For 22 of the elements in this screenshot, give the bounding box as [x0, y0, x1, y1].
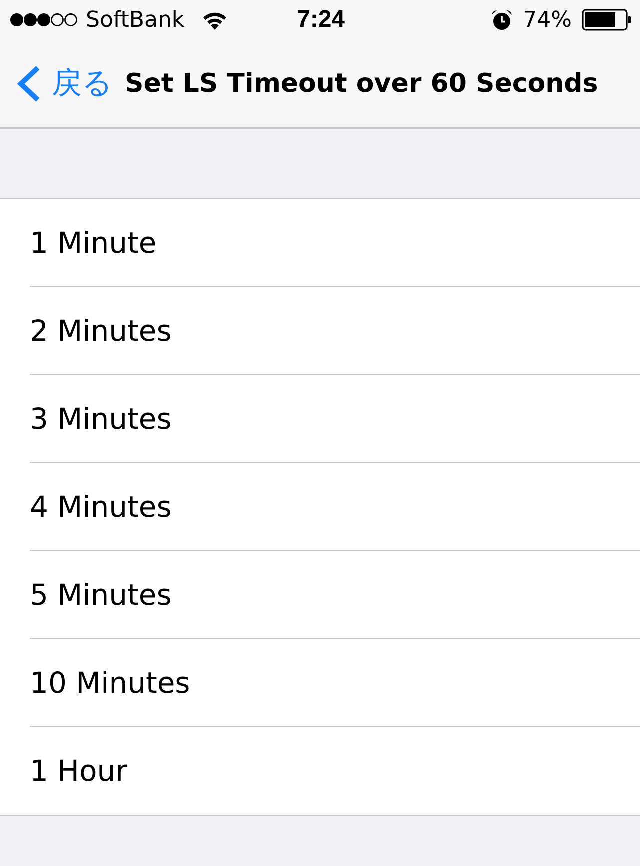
- option-row[interactable]: 4 Minutes: [0, 463, 640, 551]
- battery-percent: 74%: [523, 8, 572, 32]
- nav-title: Set LS Timeout over 60 Seconds: [125, 68, 598, 98]
- alarm-clock-icon: [491, 9, 514, 31]
- option-label: 4 Minutes: [30, 490, 172, 524]
- option-label: 1 Hour: [30, 754, 128, 788]
- option-label: 2 Minutes: [30, 314, 172, 348]
- option-label: 5 Minutes: [30, 578, 172, 612]
- option-row[interactable]: 5 Minutes: [0, 551, 640, 639]
- option-row[interactable]: 10 Minutes: [0, 639, 640, 727]
- option-row[interactable]: 1 Minute: [0, 199, 640, 287]
- option-label: 1 Minute: [30, 226, 157, 260]
- carrier-name: SoftBank: [86, 8, 185, 32]
- option-row[interactable]: 1 Hour: [0, 727, 640, 815]
- option-label: 3 Minutes: [30, 402, 172, 436]
- battery-icon: [582, 9, 632, 31]
- option-label: 10 Minutes: [30, 666, 190, 700]
- option-row[interactable]: 2 Minutes: [0, 287, 640, 375]
- signal-icon: [10, 12, 78, 28]
- status-time: 7:24: [296, 6, 346, 34]
- option-row[interactable]: 3 Minutes: [0, 375, 640, 463]
- back-button[interactable]: 戻る: [14, 63, 113, 104]
